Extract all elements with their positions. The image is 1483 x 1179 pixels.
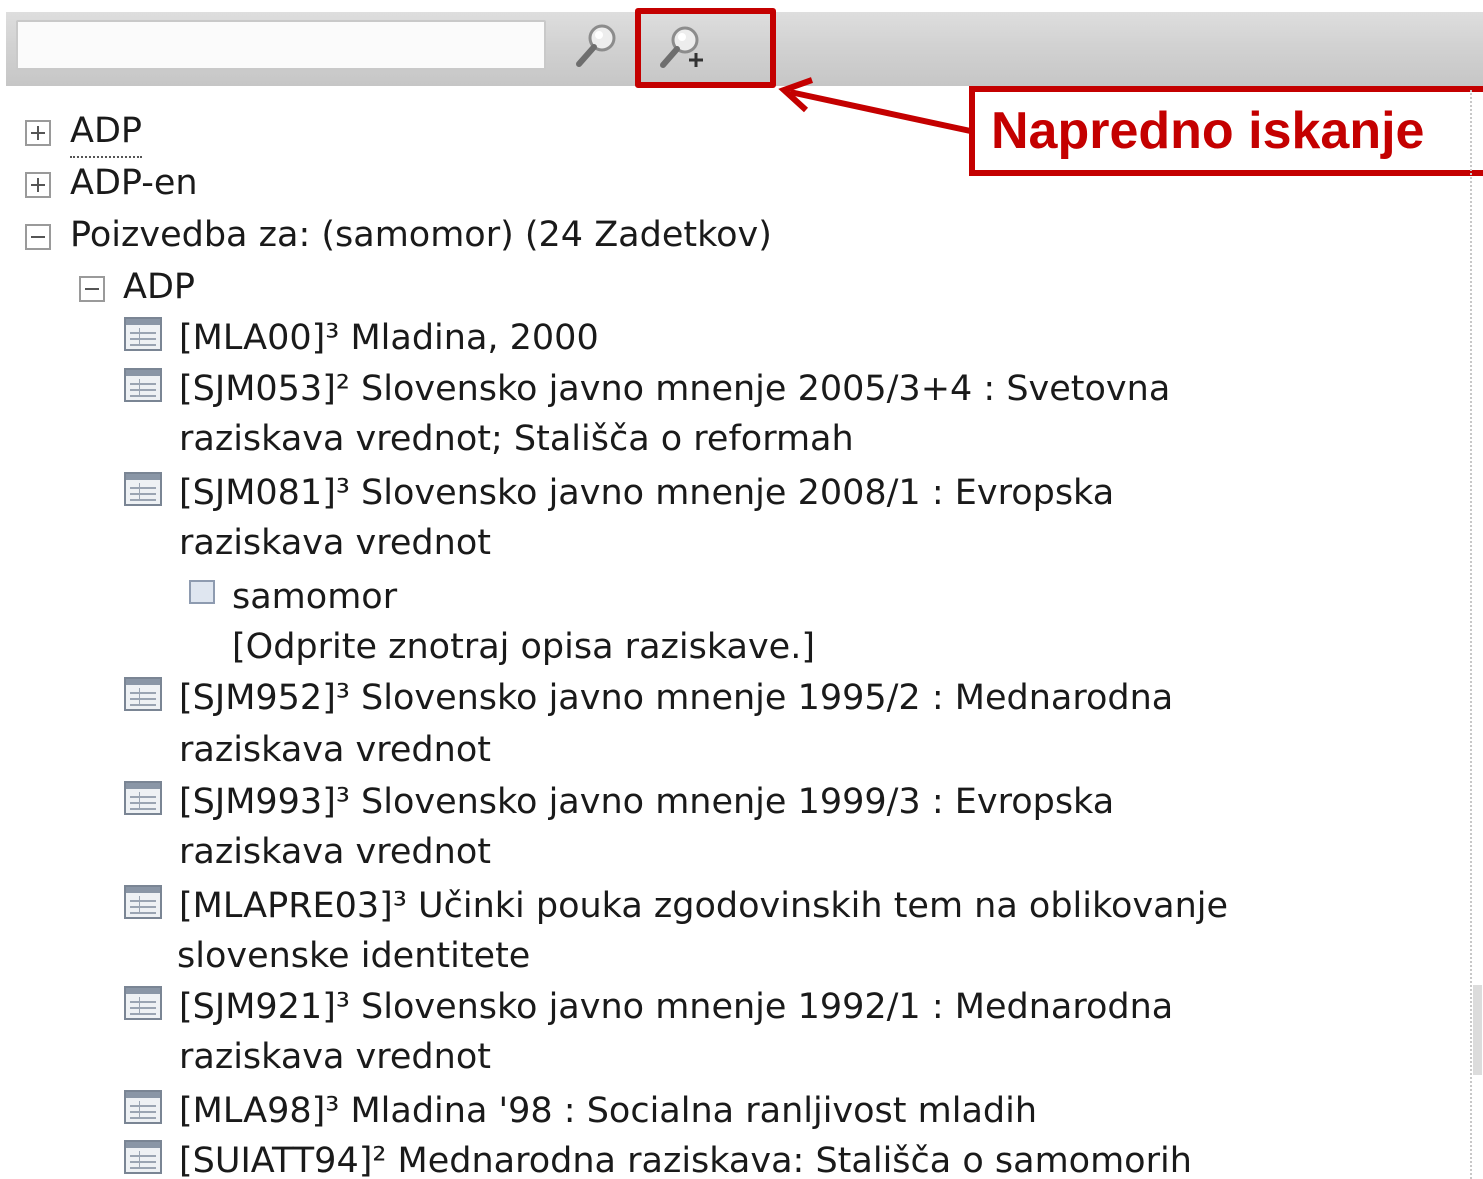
result-title[interactable]: [SJM053]² Slovensko javno mnenje 2005/3+… — [179, 364, 1170, 414]
result-item[interactable]: [SUIATT94]² Mednarodna raziskava: Stališ… — [0, 1136, 1460, 1179]
result-title-cont[interactable]: raziskava vrednot — [179, 518, 491, 568]
tree-node-adp[interactable]: ADP — [0, 106, 300, 158]
dataset-table-icon — [124, 885, 162, 919]
result-title[interactable]: [SJM952]³ Slovensko javno mnenje 1995/2 … — [179, 673, 1173, 723]
tree-node-query[interactable]: Poizvedba za: (samomor) (24 Zadetkov) — [0, 210, 1000, 260]
result-item[interactable]: [SJM952]³ Slovensko javno mnenje 1995/2 … — [0, 673, 1460, 773]
variable-name[interactable]: samomor — [232, 572, 397, 622]
dataset-table-icon — [124, 677, 162, 711]
dataset-table-icon — [124, 368, 162, 402]
result-item[interactable]: [SJM081]³ Slovensko javno mnenje 2008/1 … — [0, 468, 1460, 568]
tree-node-adp-en[interactable]: ADP-en — [0, 158, 300, 208]
collapse-icon[interactable] — [25, 224, 51, 250]
result-item[interactable]: [MLAPRE03]³ Učinki pouka zgodovinskih te… — [0, 881, 1460, 981]
tree-node-label[interactable]: ADP — [70, 106, 142, 158]
dataset-table-icon — [124, 472, 162, 506]
advanced-search-highlight — [635, 8, 776, 88]
dataset-table-icon — [124, 1140, 162, 1174]
scrollbar-thumb[interactable] — [1473, 985, 1482, 1075]
result-item[interactable]: [MLA00]³ Mladina, 2000 — [0, 313, 1460, 363]
result-title[interactable]: [SJM921]³ Slovensko javno mnenje 1992/1 … — [179, 982, 1173, 1032]
tree-node-label[interactable]: ADP-en — [70, 158, 198, 208]
dataset-table-icon — [124, 781, 162, 815]
variable-hint: [Odprite znotraj opisa raziskave.] — [232, 627, 815, 667]
callout-label: Napredno iskanje — [991, 102, 1425, 160]
callout-arrow — [778, 77, 976, 135]
result-title[interactable]: [MLAPRE03]³ Učinki pouka zgodovinskih te… — [179, 881, 1228, 931]
result-title-cont[interactable]: slovenske identitete — [177, 931, 530, 981]
result-title[interactable]: [SJM993]³ Slovensko javno mnenje 1999/3 … — [179, 777, 1114, 827]
dataset-table-icon — [124, 1090, 162, 1124]
result-title-cont[interactable]: raziskava vrednot — [179, 1032, 491, 1082]
variable-item[interactable]: samomor [Odprite znotraj opisa raziskave… — [0, 572, 1000, 672]
result-item[interactable]: [SJM993]³ Slovensko javno mnenje 1999/3 … — [0, 777, 1460, 877]
result-item[interactable]: [SJM921]³ Slovensko javno mnenje 1992/1 … — [0, 982, 1460, 1082]
tree-node-label[interactable]: ADP — [123, 262, 195, 312]
scrollbar-track[interactable] — [1470, 90, 1472, 1179]
expand-icon[interactable] — [25, 120, 51, 146]
result-title-cont[interactable]: raziskava vrednot — [179, 827, 491, 877]
result-title-cont[interactable]: raziskava vrednot; Stališča o reformah — [179, 414, 854, 464]
advanced-search-callout: Napredno iskanje — [969, 86, 1483, 176]
tree-node-query-adp[interactable]: ADP — [0, 262, 300, 312]
result-item[interactable]: [SJM053]² Slovensko javno mnenje 2005/3+… — [0, 364, 1460, 464]
result-title[interactable]: [SJM081]³ Slovensko javno mnenje 2008/1 … — [179, 468, 1114, 518]
result-title[interactable]: [MLA00]³ Mladina, 2000 — [179, 313, 599, 363]
result-item[interactable]: [MLA98]³ Mladina '98 : Socialna ranljivo… — [0, 1086, 1460, 1136]
variable-chart-icon — [189, 580, 215, 604]
collapse-icon[interactable] — [79, 276, 105, 302]
result-title[interactable]: [SUIATT94]² Mednarodna raziskava: Stališ… — [179, 1136, 1192, 1179]
dataset-table-icon — [124, 317, 162, 351]
dataset-table-icon — [124, 986, 162, 1020]
search-input[interactable] — [16, 20, 546, 70]
magnifier-icon — [576, 24, 616, 67]
expand-icon[interactable] — [25, 172, 51, 198]
search-button[interactable] — [570, 20, 622, 72]
result-title-cont[interactable]: raziskava vrednot — [179, 725, 491, 775]
result-title[interactable]: [MLA98]³ Mladina '98 : Socialna ranljivo… — [179, 1086, 1037, 1136]
query-label[interactable]: Poizvedba za: (samomor) (24 Zadetkov) — [70, 210, 772, 260]
